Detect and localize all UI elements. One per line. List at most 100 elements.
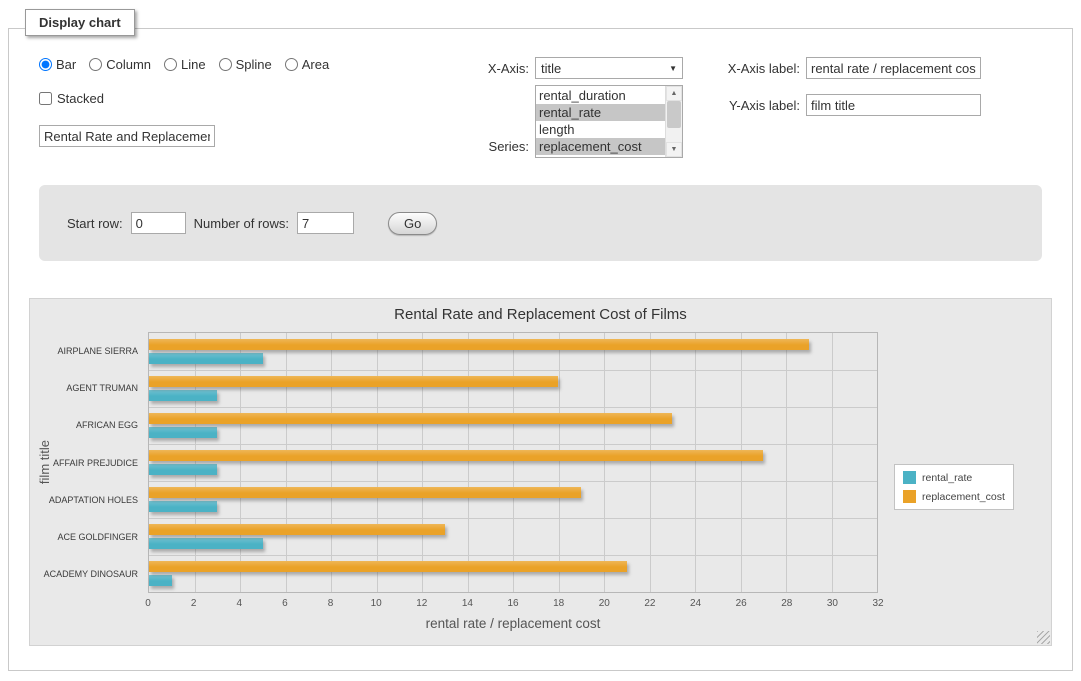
dropdown-arrow-icon: ▼: [669, 64, 677, 73]
x-axis-label-label: X-Axis label:: [695, 61, 800, 76]
go-button[interactable]: Go: [388, 212, 437, 235]
gridline: [422, 333, 423, 592]
radio-label: Area: [302, 57, 329, 72]
x-tick-label: 2: [191, 598, 197, 609]
x-axis-select[interactable]: title ▼: [535, 57, 683, 79]
chart-type-bar[interactable]: Bar: [39, 57, 76, 72]
category-label: ACE GOLDFINGER: [0, 532, 138, 542]
x-tick-label: 32: [872, 598, 883, 609]
bar-rental_rate: [149, 538, 263, 549]
x-tick-label: 14: [462, 598, 473, 609]
category-label: AFRICAN EGG: [0, 420, 138, 430]
x-tick-label: 4: [236, 598, 242, 609]
series-option-rental_rate[interactable]: rental_rate: [536, 104, 665, 121]
radio-column[interactable]: [89, 58, 102, 71]
gridline: [149, 370, 877, 371]
x-tick-label: 30: [827, 598, 838, 609]
row-range-panel: Start row: Number of rows: Go: [39, 185, 1042, 261]
scrollbar-thumb[interactable]: [667, 101, 681, 128]
gridline: [149, 518, 877, 519]
series-option-length[interactable]: length: [536, 121, 665, 138]
y-axis-label-label: Y-Axis label:: [695, 98, 800, 113]
radio-bar[interactable]: [39, 58, 52, 71]
x-tick-label: 16: [507, 598, 518, 609]
chart-controls: BarColumnLineSplineArea Stacked X-Axis: …: [29, 49, 1052, 179]
display-chart-legend: Display chart: [25, 9, 135, 36]
radio-label: Line: [181, 57, 206, 72]
bar-rental_rate: [149, 353, 263, 364]
bar-replacement_cost: [149, 376, 558, 387]
gridline: [149, 407, 877, 408]
num-rows-input[interactable]: [297, 212, 354, 234]
listbox-scrollbar[interactable]: ▲ ▼: [665, 86, 682, 157]
gridline: [149, 555, 877, 556]
start-row-input[interactable]: [131, 212, 186, 234]
radio-area[interactable]: [285, 58, 298, 71]
series-option-rental_duration[interactable]: rental_duration: [536, 87, 665, 104]
gridline: [195, 333, 196, 592]
gridline: [559, 333, 560, 592]
y-axis-label-input[interactable]: [806, 94, 981, 116]
start-row-label: Start row:: [67, 216, 123, 231]
x-tick-label: 8: [328, 598, 334, 609]
series-select-label: Series:: [449, 139, 529, 154]
category-label: ADAPTATION HOLES: [0, 495, 138, 505]
chart-title: Rental Rate and Replacement Cost of Film…: [30, 306, 1051, 323]
legend-label: replacement_cost: [922, 491, 1005, 503]
x-tick-label: 10: [371, 598, 382, 609]
scroll-down-icon[interactable]: ▼: [666, 142, 682, 157]
bar-replacement_cost: [149, 339, 809, 350]
radio-label: Spline: [236, 57, 272, 72]
chart-type-radios: Bar Column Line Spline Area: [39, 57, 329, 72]
bar-rental_rate: [149, 390, 217, 401]
series-options: rental_durationrental_ratelengthreplacem…: [536, 86, 665, 157]
x-tick-label: 26: [736, 598, 747, 609]
bar-replacement_cost: [149, 561, 627, 572]
gridline: [377, 333, 378, 592]
chart-legend: rental_rate replacement_cost: [894, 464, 1014, 510]
radio-label: Column: [106, 57, 151, 72]
num-rows-label: Number of rows:: [194, 216, 289, 231]
legend-item-replacement_cost: replacement_cost: [903, 490, 1005, 503]
chart-type-line[interactable]: Line: [164, 57, 206, 72]
chart-type-spline[interactable]: Spline: [219, 57, 272, 72]
legend-item-rental_rate: rental_rate: [903, 471, 1005, 484]
gridline: [149, 444, 877, 445]
chart-x-axis-title: rental rate / replacement cost: [148, 616, 878, 631]
bar-replacement_cost: [149, 524, 445, 535]
chart-type-column[interactable]: Column: [89, 57, 151, 72]
x-axis-select-label: X-Axis:: [449, 61, 529, 76]
x-tick-label: 6: [282, 598, 288, 609]
gridline: [604, 333, 605, 592]
radio-spline[interactable]: [219, 58, 232, 71]
chart-type-area[interactable]: Area: [285, 57, 329, 72]
series-option-replacement_cost[interactable]: replacement_cost: [536, 138, 665, 155]
gridline: [240, 333, 241, 592]
gridline: [695, 333, 696, 592]
bar-replacement_cost: [149, 487, 581, 498]
bar-replacement_cost: [149, 413, 672, 424]
plot-area: [148, 332, 878, 593]
gridline: [832, 333, 833, 592]
gridline: [468, 333, 469, 592]
chart-title-input[interactable]: [39, 125, 215, 147]
chart-panel: Rental Rate and Replacement Cost of Film…: [29, 298, 1052, 646]
x-tick-label: 12: [416, 598, 427, 609]
gridline: [513, 333, 514, 592]
stacked-checkbox[interactable]: [39, 92, 52, 105]
bar-rental_rate: [149, 427, 217, 438]
resize-handle-icon[interactable]: [1037, 631, 1050, 644]
x-axis-selected-value: title: [541, 61, 669, 76]
stacked-label: Stacked: [57, 91, 104, 106]
x-tick-label: 18: [553, 598, 564, 609]
category-axis-labels: AIRPLANE SIERRAAGENT TRUMANAFRICAN EGGAF…: [54, 332, 144, 593]
x-axis-tick-labels: 02468101214161820222426283032: [148, 598, 878, 612]
scroll-up-icon[interactable]: ▲: [666, 86, 682, 101]
radio-line[interactable]: [164, 58, 177, 71]
category-label: AGENT TRUMAN: [0, 383, 138, 393]
series-listbox[interactable]: rental_durationrental_ratelengthreplacem…: [535, 85, 683, 158]
stacked-checkbox-row[interactable]: Stacked: [39, 91, 104, 106]
gridline: [786, 333, 787, 592]
x-axis-label-input[interactable]: [806, 57, 981, 79]
legend-swatch: [903, 490, 916, 503]
